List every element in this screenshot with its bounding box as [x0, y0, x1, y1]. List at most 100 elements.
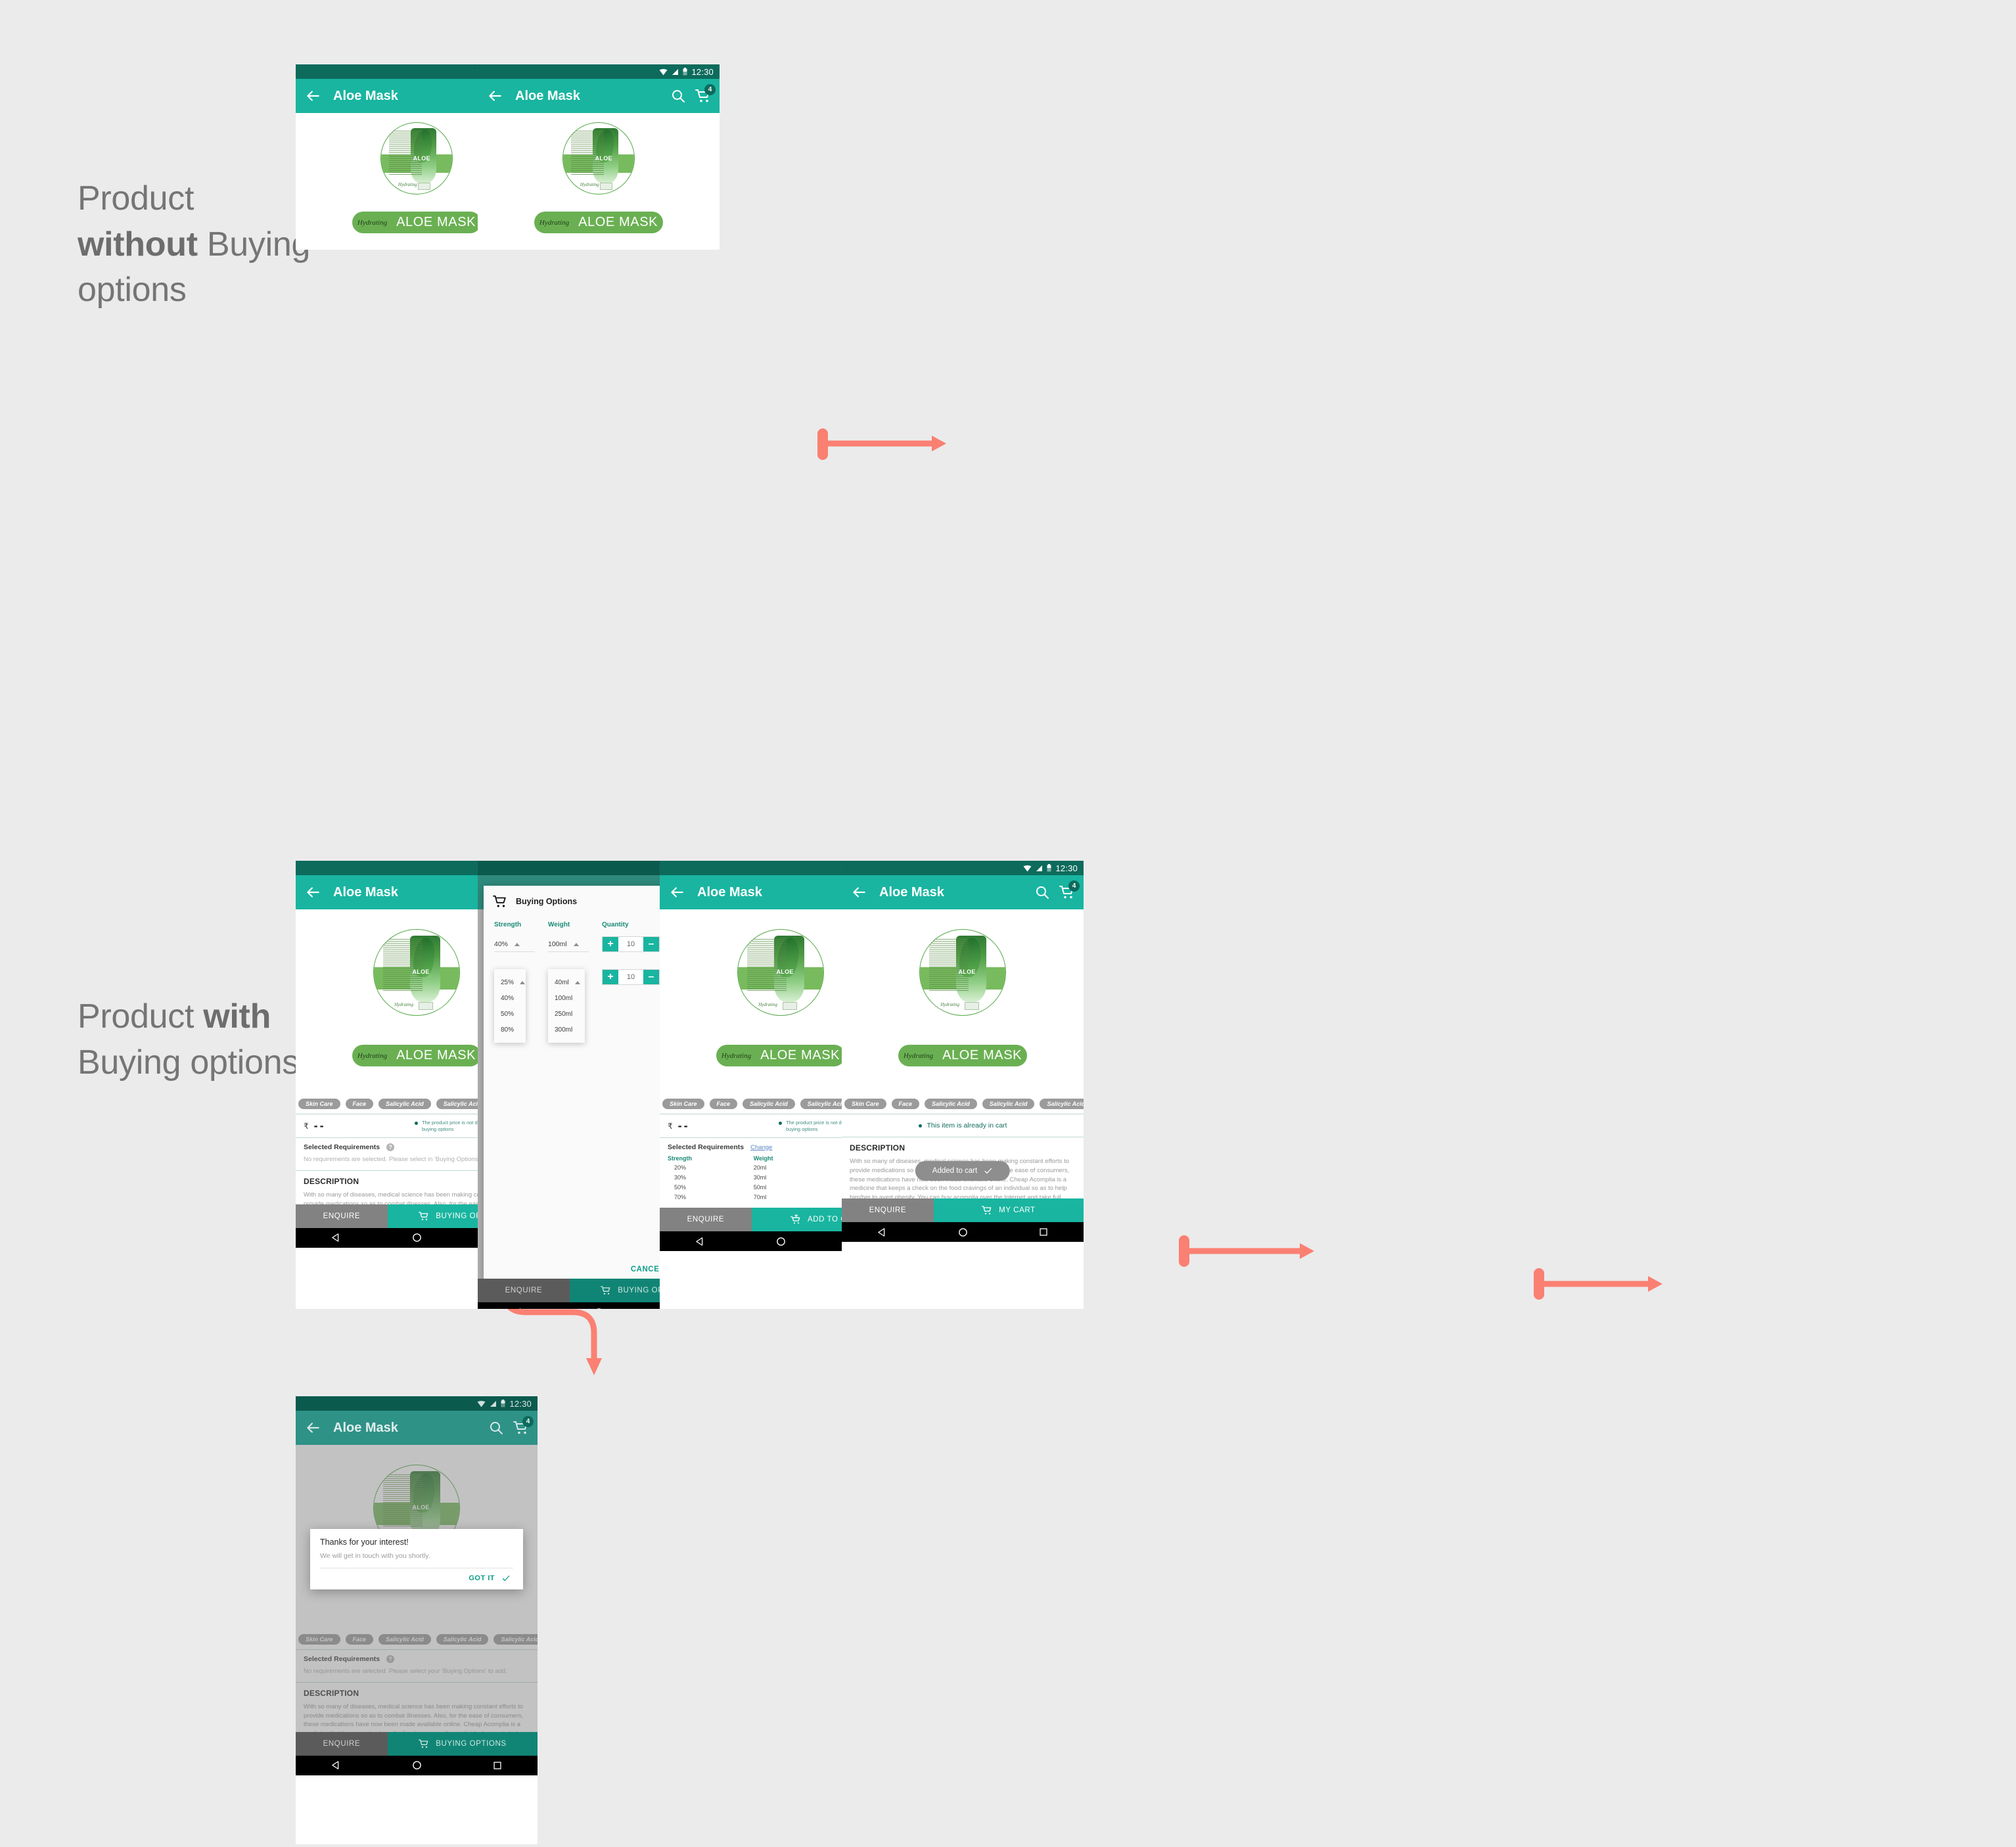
- back-arrow-icon[interactable]: [304, 1419, 321, 1436]
- nav-home-icon[interactable]: [412, 1760, 422, 1770]
- tag-chip-row[interactable]: Skin Care Face Salicylic Acid Salicylic …: [478, 246, 720, 250]
- back-arrow-icon[interactable]: [304, 87, 321, 104]
- enquire-button[interactable]: ENQUIRE: [296, 1731, 388, 1756]
- action-bar: ENQUIRE BUYING OPTIONS: [296, 1731, 538, 1756]
- nav-recents-icon[interactable]: [1039, 1227, 1048, 1237]
- weight-select[interactable]: 100ml: [548, 940, 589, 952]
- app-bar: Aloe Mask 4: [842, 875, 1084, 909]
- cart-icon-wrapper[interactable]: 4: [513, 1416, 534, 1436]
- tag-chip[interactable]: Salicylic Acid: [378, 1099, 431, 1109]
- tag-chip[interactable]: Skin Care: [298, 1099, 340, 1109]
- product-image-aloe-label: ALOE: [595, 154, 612, 162]
- enquiry-dialog-title: Thanks for your interest!: [320, 1538, 409, 1547]
- app-bar-title: Aloe Mask: [879, 884, 944, 900]
- search-icon[interactable]: [1034, 884, 1050, 900]
- brand-pill-prefix: Hydrating: [721, 1051, 752, 1060]
- strength-option[interactable]: 50%: [494, 1006, 526, 1022]
- quantity-decrease-button[interactable]: –: [643, 937, 659, 951]
- nav-home-icon[interactable]: [594, 1308, 604, 1310]
- quantity-stepper[interactable]: + 10 –: [602, 969, 660, 985]
- enquire-button[interactable]: ENQUIRE: [478, 1279, 570, 1302]
- enquire-button[interactable]: ENQUIRE: [660, 1208, 752, 1231]
- chevron-up-icon: [520, 980, 526, 984]
- search-icon[interactable]: [488, 1420, 504, 1436]
- strength-selected-value: 40%: [494, 940, 509, 948]
- nav-back-icon[interactable]: [877, 1227, 887, 1237]
- quantity-value[interactable]: 10: [618, 970, 643, 984]
- product-image-aloe-label: ALOE: [412, 968, 430, 975]
- help-icon[interactable]: ?: [386, 1143, 395, 1151]
- nav-back-icon[interactable]: [331, 1233, 341, 1243]
- signal-icon: [672, 68, 679, 75]
- my-cart-button[interactable]: MY CART: [933, 1198, 1084, 1222]
- tag-chip-row[interactable]: Skin Care Face Salicylic Acid Salicylic …: [842, 1095, 1084, 1114]
- product-image-hydrating-label: Hydrating: [758, 1002, 777, 1008]
- nav-back-icon[interactable]: [695, 1237, 705, 1246]
- status-bar-time: 12:30: [691, 66, 714, 77]
- cart-icon-wrapper[interactable]: 4: [1059, 880, 1080, 900]
- strength-option[interactable]: 80%: [494, 1022, 526, 1038]
- buying-options-button[interactable]: BUYING OPTIONS: [387, 1731, 538, 1756]
- back-arrow-icon[interactable]: [486, 87, 503, 104]
- back-arrow-icon[interactable]: [668, 884, 685, 901]
- strength-select[interactable]: 40%: [494, 940, 535, 952]
- chevron-up-icon: [574, 980, 580, 984]
- action-bar: ENQUIRE MY CART: [842, 1198, 1084, 1222]
- weight-option[interactable]: 250ml: [548, 1006, 585, 1022]
- change-link[interactable]: Change: [750, 1144, 772, 1151]
- status-bar-time: 12:30: [1055, 863, 1078, 873]
- quantity-decrease-button[interactable]: –: [643, 970, 659, 984]
- status-bar: 12:30: [296, 1396, 538, 1411]
- quantity-increase-button[interactable]: +: [603, 970, 618, 984]
- tag-chip[interactable]: Skin Care: [662, 1099, 704, 1109]
- search-icon[interactable]: [670, 88, 686, 104]
- tag-chip[interactable]: Salicylic Acid: [925, 1099, 977, 1109]
- strength-option[interactable]: 25%: [494, 974, 526, 990]
- cart-icon-wrapper[interactable]: 4: [695, 84, 716, 104]
- weight-dropdown[interactable]: 40ml 100ml 250ml 300ml: [548, 969, 585, 1043]
- weight-option-label: 300ml: [555, 1026, 573, 1034]
- got-it-button[interactable]: GOT IT: [469, 1574, 495, 1582]
- nav-home-icon[interactable]: [958, 1227, 968, 1237]
- strength-dropdown[interactable]: 25% 40% 50% 80%: [494, 969, 526, 1043]
- back-arrow-icon[interactable]: [304, 884, 321, 901]
- cell-weight: 20ml: [753, 1164, 767, 1171]
- bullet-dot: [415, 1122, 418, 1126]
- back-arrow-icon[interactable]: [850, 884, 867, 901]
- nav-home-icon[interactable]: [412, 1233, 422, 1243]
- tag-chip[interactable]: Face: [891, 1099, 920, 1109]
- toast-label: Added to cart: [932, 1167, 978, 1175]
- bullet-dot: [779, 1122, 782, 1126]
- enquire-button[interactable]: ENQUIRE: [842, 1198, 934, 1222]
- nav-recents-icon[interactable]: [493, 1761, 502, 1770]
- app-bar-title: Aloe Mask: [333, 884, 398, 900]
- tag-chip[interactable]: Salicylic Acid: [982, 1099, 1035, 1109]
- section-title-line-2: Buying: [197, 225, 311, 263]
- quantity-increase-button[interactable]: +: [603, 937, 618, 951]
- cell-strength: 20%: [674, 1164, 687, 1171]
- weight-option[interactable]: 300ml: [548, 1022, 585, 1038]
- tag-chip[interactable]: Face: [345, 1099, 374, 1109]
- section-title-line-1: Product: [78, 179, 195, 217]
- quantity-value[interactable]: 10: [618, 937, 643, 951]
- tag-chip[interactable]: Face: [709, 1099, 738, 1109]
- selected-requirements-title: Selected Requirements: [668, 1143, 745, 1151]
- nav-back-icon[interactable]: [513, 1308, 523, 1310]
- check-icon: [984, 1168, 992, 1174]
- tag-chip[interactable]: Salicylic Acid: [1040, 1099, 1084, 1109]
- tag-chip[interactable]: Skin Care: [844, 1099, 886, 1109]
- buying-options-label: BUYING OPTIONS: [436, 1739, 507, 1748]
- weight-selected-value: 100ml: [548, 940, 567, 948]
- nav-back-icon[interactable]: [331, 1760, 341, 1770]
- strength-option-label: 80%: [501, 1026, 515, 1034]
- brand-pill: Hydrating ALOE MASK: [716, 1045, 845, 1066]
- tag-chip[interactable]: Salicylic Acid: [743, 1099, 795, 1109]
- weight-option[interactable]: 40ml: [548, 974, 585, 990]
- product-image: ALOE Hydrating: [737, 929, 824, 1016]
- strength-option[interactable]: 40%: [494, 990, 526, 1006]
- nav-home-icon[interactable]: [776, 1237, 786, 1246]
- weight-option[interactable]: 100ml: [548, 990, 585, 1006]
- wifi-icon: [477, 1400, 486, 1407]
- enquire-button[interactable]: ENQUIRE: [296, 1204, 388, 1228]
- quantity-stepper[interactable]: + 10 –: [602, 936, 660, 952]
